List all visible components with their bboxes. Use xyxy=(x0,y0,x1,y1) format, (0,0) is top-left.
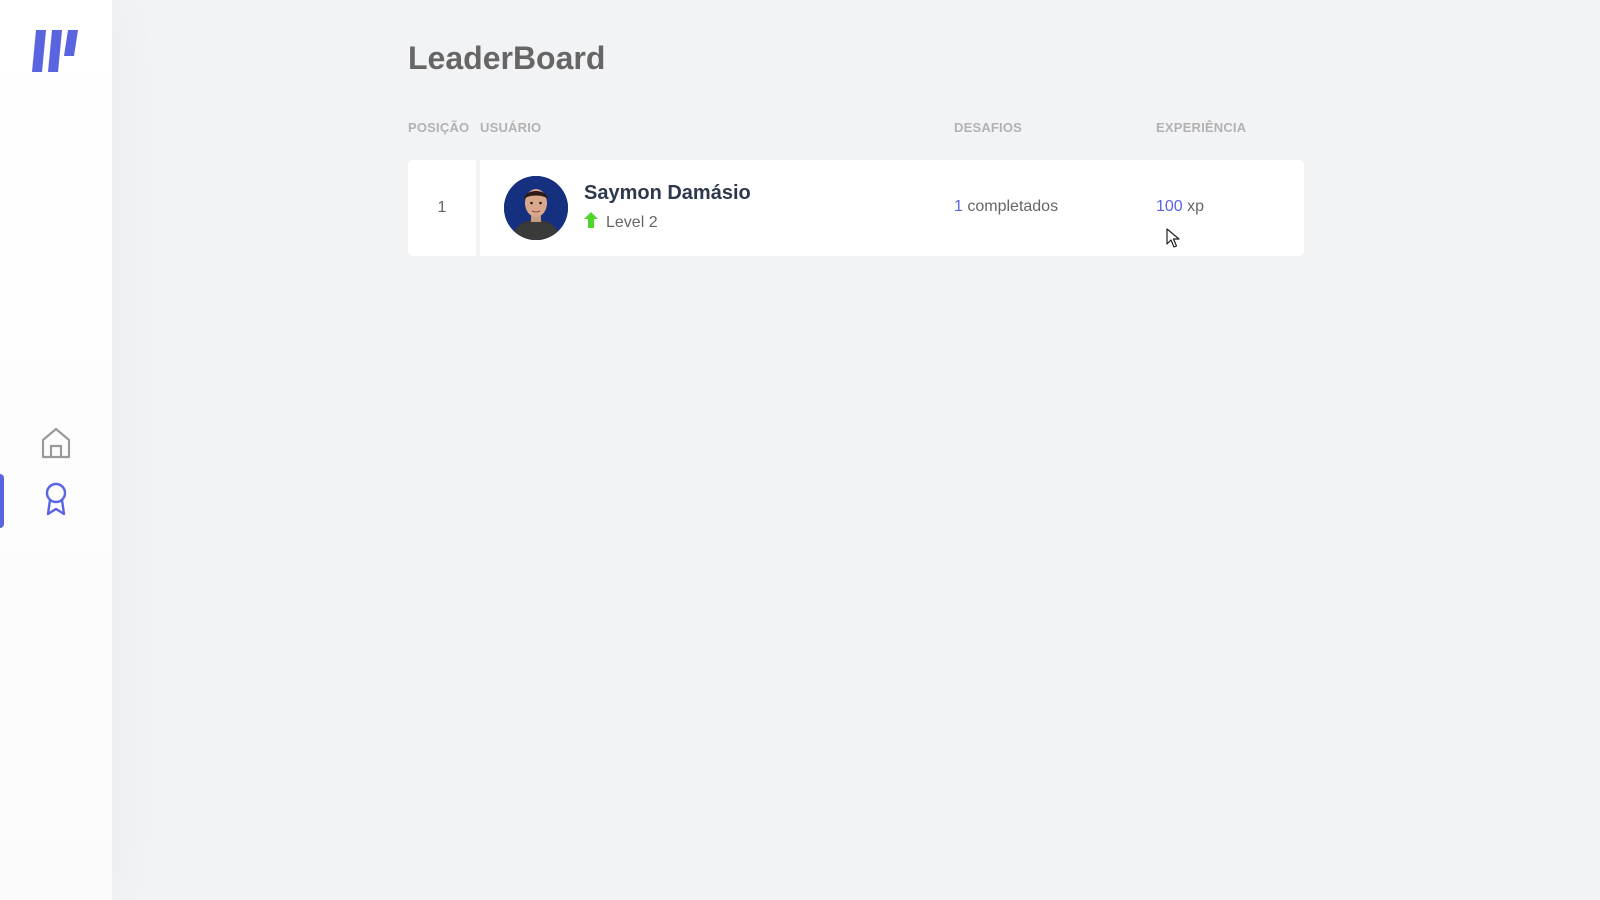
position-value: 1 xyxy=(437,199,447,216)
app-logo-icon[interactable] xyxy=(32,30,80,74)
xp-unit: xp xyxy=(1187,198,1205,215)
user-cell: Saymon Damásio Level 2 1 completados 100… xyxy=(480,160,1304,256)
mouse-cursor-icon xyxy=(1166,228,1180,248)
username: Saymon Damásio xyxy=(584,182,751,204)
page-title: LeaderBoard xyxy=(408,40,606,76)
column-header-position: Posição xyxy=(408,120,470,135)
column-header-user: Usuário xyxy=(480,120,542,135)
award-icon xyxy=(43,482,69,521)
level-label: Level 2 xyxy=(606,213,658,231)
experience-value: 100 xp xyxy=(1156,198,1204,216)
sidebar-item-home[interactable] xyxy=(0,418,112,472)
challenges-count: 1 xyxy=(954,198,963,215)
challenges-label: completados xyxy=(967,198,1059,215)
avatar xyxy=(504,176,568,240)
position-cell: 1 xyxy=(408,160,476,256)
active-indicator xyxy=(0,474,4,528)
sidebar-item-leaderboard[interactable] xyxy=(0,474,112,528)
column-header-experience: Experiência xyxy=(1156,120,1247,135)
xp-amount: 100 xyxy=(1156,198,1183,215)
home-icon xyxy=(41,427,71,464)
column-header-challenges: Desafios xyxy=(954,120,1023,135)
sidebar xyxy=(0,0,112,900)
level-info: Level 2 xyxy=(584,212,658,233)
challenges-completed: 1 completados xyxy=(954,198,1058,216)
level-up-icon xyxy=(584,212,598,233)
